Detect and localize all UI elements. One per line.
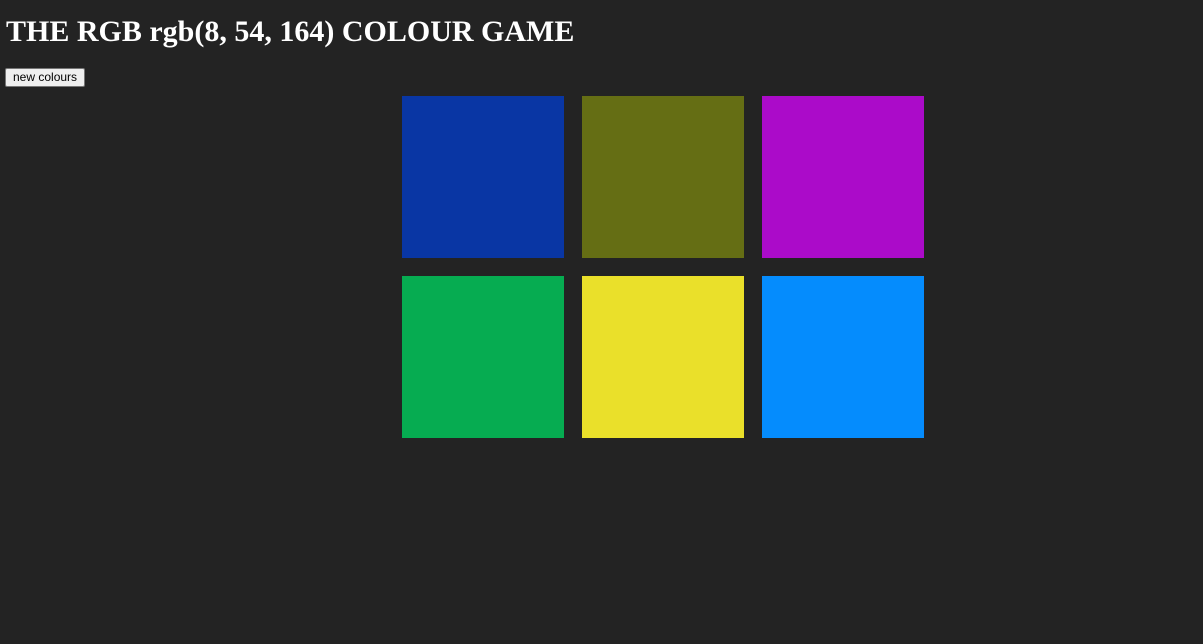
- colour-square[interactable]: [582, 96, 744, 258]
- colour-square[interactable]: [402, 276, 564, 438]
- game-title: THE RGB rgb(8, 54, 164) COLOUR GAME: [6, 15, 575, 48]
- colour-square[interactable]: [402, 96, 564, 258]
- new-colours-button[interactable]: new colours: [5, 68, 86, 87]
- colour-square[interactable]: [762, 276, 924, 438]
- colour-square[interactable]: [762, 96, 924, 258]
- colour-square[interactable]: [582, 276, 744, 438]
- colour-grid: [402, 96, 924, 438]
